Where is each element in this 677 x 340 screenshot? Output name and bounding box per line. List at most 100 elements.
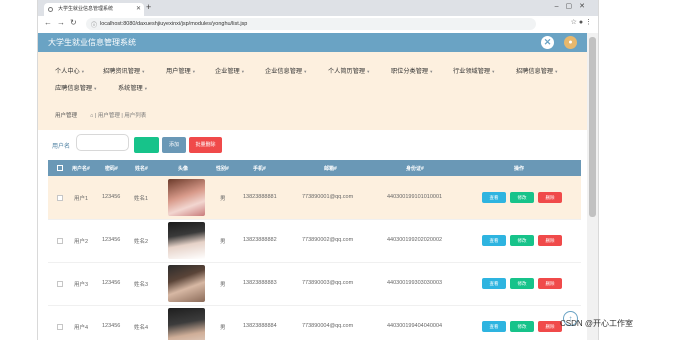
app-header: 大学生就业信息管理系统 ✕ ● xyxy=(38,33,587,52)
view-button[interactable]: 查看 xyxy=(482,321,506,332)
breadcrumb-text[interactable]: | 用户管理 | 用户列表 xyxy=(95,113,146,119)
avatar[interactable]: ● xyxy=(564,36,577,49)
chevron-down-icon: ▾ xyxy=(304,69,307,74)
cell-idcard: 440300199202020002 xyxy=(387,237,443,243)
menu-item-company-info[interactable]: 企业信息管理 ▾ xyxy=(265,66,306,75)
close-circle-icon[interactable]: ✕ xyxy=(541,36,554,49)
nav-area: 个人中心 ▾ 招聘资讯管理 ▾ 用户管理 ▾ 企业管理 ▾ 企业信息管理 ▾ 个人简历管理… xyxy=(38,52,587,130)
delete-button[interactable]: 删除 xyxy=(538,321,562,332)
watermark-text: CSDN @开心工作室 xyxy=(560,319,634,328)
cell-phone: 13823888882 xyxy=(243,237,277,243)
add-button[interactable]: 添加 xyxy=(162,137,186,153)
edit-button[interactable]: 修改 xyxy=(510,321,534,332)
new-tab-icon[interactable]: + xyxy=(146,2,151,12)
menu-item-resumes[interactable]: 个人简历管理 ▾ xyxy=(328,66,369,75)
browser-window: 大学生就业信息管理系统 ✕ + –▢✕ ← → ↻ ⓘ localhost:80… xyxy=(37,0,599,340)
menu-label: 职位分类管理 xyxy=(391,68,429,75)
header-phone[interactable]: 手机# xyxy=(253,165,266,172)
cell-gender: 男 xyxy=(220,239,226,245)
header-name[interactable]: 姓名# xyxy=(135,165,148,172)
view-button[interactable]: 查看 xyxy=(482,278,506,289)
main-content: 用户名 添加 批量删除 用户名# 密码# 姓名# 头像 性别# 手机# 邮箱# … xyxy=(38,130,587,340)
header-password[interactable]: 密码# xyxy=(105,165,118,172)
chevron-down-icon: ▾ xyxy=(430,69,433,74)
cell-idcard: 440300199404040004 xyxy=(387,323,443,329)
chevron-down-icon: ▾ xyxy=(241,69,245,74)
cell-username: 用户2 xyxy=(74,239,89,245)
cell-password: 123456 xyxy=(102,280,121,286)
header-email[interactable]: 邮箱# xyxy=(324,165,337,172)
globe-icon xyxy=(48,7,53,12)
menu-item-personal-center[interactable]: 个人中心 ▾ xyxy=(55,66,84,75)
edit-button[interactable]: 修改 xyxy=(510,278,534,289)
chevron-down-icon: ▾ xyxy=(192,69,196,74)
menu-item-companies[interactable]: 企业管理 ▾ xyxy=(215,66,244,75)
cell-username: 用户3 xyxy=(74,282,89,288)
browser-actions[interactable]: ☆ ● ⋮ xyxy=(571,18,592,26)
chevron-down-icon: ▾ xyxy=(144,86,148,91)
address-bar-row: ← → ↻ ⓘ localhost:8080/daxueshjiuyexinxi… xyxy=(38,16,598,34)
menu-item-industries[interactable]: 行业领域管理 ▾ xyxy=(453,66,494,75)
close-tab-icon[interactable]: ✕ xyxy=(136,3,141,16)
delete-button[interactable]: 删除 xyxy=(538,235,562,246)
table-row[interactable]: 用户1 123456 姓名1 男 13823888881 773890001@q… xyxy=(48,176,581,220)
edit-button[interactable]: 修改 xyxy=(510,192,534,203)
table-row[interactable]: 用户3 123456 姓名3 男 13823888883 773890003@q… xyxy=(48,262,581,306)
user-avatar-image xyxy=(168,179,205,216)
table-row[interactable]: 用户4 123456 姓名4 男 13823888884 773890004@q… xyxy=(48,305,581,340)
cell-password: 123456 xyxy=(102,323,121,329)
menu-item-applications[interactable]: 应聘信息管理 ▾ xyxy=(55,83,96,92)
row-checkbox[interactable] xyxy=(57,238,63,244)
window-controls[interactable]: –▢✕ xyxy=(555,2,592,10)
forward-icon[interactable]: → xyxy=(57,18,65,27)
header-username[interactable]: 用户名# xyxy=(72,165,90,172)
menu-item-job-categories[interactable]: 职位分类管理 ▾ xyxy=(391,66,432,75)
menu-item-job-news[interactable]: 招聘资讯管理 ▾ xyxy=(103,66,144,75)
delete-button[interactable]: 删除 xyxy=(538,192,562,203)
table-header: 用户名# 密码# 姓名# 头像 性别# 手机# 邮箱# 身份证# 操作 xyxy=(48,160,581,176)
url-field[interactable]: ⓘ localhost:8080/daxueshjiuyexinxi/jsp/m… xyxy=(86,18,536,30)
cell-password: 123456 xyxy=(102,237,121,243)
breadcrumb-path: ⌂ | 用户管理 | 用户列表 xyxy=(90,111,146,119)
search-button[interactable] xyxy=(134,137,159,153)
menu-item-users[interactable]: 用户管理 ▾ xyxy=(166,66,195,75)
chevron-down-icon: ▾ xyxy=(555,69,558,74)
info-icon: ⓘ xyxy=(91,23,98,29)
back-icon[interactable]: ← xyxy=(44,18,52,27)
menu-item-system[interactable]: 系统管理 ▾ xyxy=(118,83,147,92)
home-icon[interactable]: ⌂ xyxy=(90,113,93,119)
menu-label: 招聘资讯管理 xyxy=(103,68,141,75)
scrollbar-thumb[interactable] xyxy=(589,37,596,217)
select-all-checkbox[interactable] xyxy=(57,165,63,171)
app-viewport: 大学生就业信息管理系统 ✕ ● 个人中心 ▾ 招聘资讯管理 ▾ 用户管理 ▾ 企业管理… xyxy=(38,33,587,340)
row-checkbox[interactable] xyxy=(57,324,63,330)
row-checkbox[interactable] xyxy=(57,281,63,287)
table-row[interactable]: 用户2 123456 姓名2 男 13823888882 773890002@q… xyxy=(48,219,581,263)
batch-delete-button[interactable]: 批量删除 xyxy=(189,137,222,153)
cell-email: 773890001@qq.com xyxy=(302,194,354,200)
menu-label: 用户管理 xyxy=(166,68,191,75)
header-idcard[interactable]: 身份证# xyxy=(406,165,424,172)
chevron-down-icon: ▾ xyxy=(142,69,145,74)
cell-name: 姓名2 xyxy=(134,239,149,245)
url-text: localhost:8080/daxueshjiuyexinxi/jsp/mod… xyxy=(100,21,248,27)
edit-button[interactable]: 修改 xyxy=(510,235,534,246)
menu-label: 系统管理 xyxy=(118,85,143,92)
tab-title: 大学生就业信息管理系统 xyxy=(58,6,114,12)
reload-icon[interactable]: ↻ xyxy=(70,18,77,27)
delete-button[interactable]: 删除 xyxy=(538,278,562,289)
user-avatar-image xyxy=(168,265,205,302)
search-input[interactable] xyxy=(76,134,129,151)
row-checkbox[interactable] xyxy=(57,195,63,201)
cell-username: 用户1 xyxy=(74,196,89,202)
vertical-scrollbar[interactable] xyxy=(587,33,598,340)
view-button[interactable]: 查看 xyxy=(482,235,506,246)
cell-password: 123456 xyxy=(102,194,121,200)
header-gender[interactable]: 性别# xyxy=(216,165,229,172)
view-button[interactable]: 查看 xyxy=(482,192,506,203)
menu-item-recruitment[interactable]: 招聘信息管理 ▾ xyxy=(516,66,557,75)
cell-phone: 13823888884 xyxy=(243,323,277,329)
chevron-down-icon: ▾ xyxy=(492,69,495,74)
user-avatar-image xyxy=(168,308,205,340)
browser-tab[interactable]: 大学生就业信息管理系统 ✕ xyxy=(44,3,144,16)
